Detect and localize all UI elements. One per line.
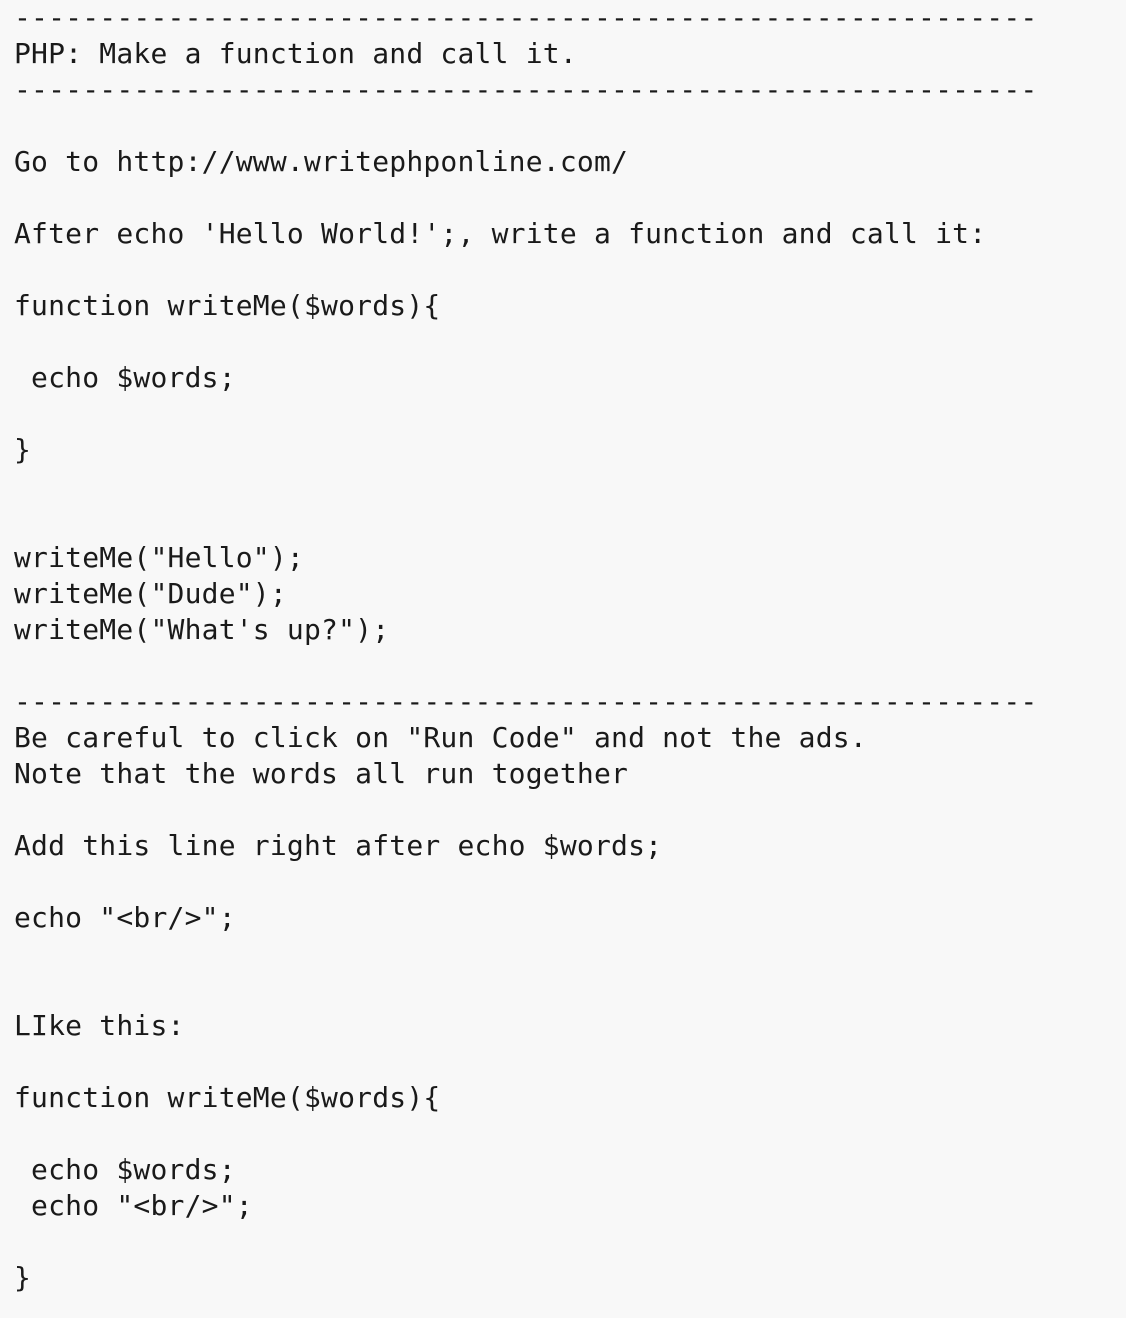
instruction-line: LIke this: — [14, 1009, 185, 1042]
code-line: echo "<br/>"; — [14, 901, 236, 934]
code-line: echo $words; — [14, 361, 236, 394]
code-line: function writeMe($words){ — [14, 289, 441, 322]
code-line: echo $words; — [14, 1153, 236, 1186]
separator-line: ----------------------------------------… — [14, 1, 1038, 34]
code-line: echo "<br/>"; — [14, 1189, 253, 1222]
code-line: } — [14, 1261, 32, 1294]
text-document: ----------------------------------------… — [14, 0, 1114, 1296]
code-line: writeMe("What's up?"); — [14, 613, 390, 646]
page: { "document": { "lines": [ "------------… — [0, 0, 1126, 1318]
instruction-line: Add this line right after echo $words; — [14, 829, 663, 862]
separator-line: ----------------------------------------… — [14, 73, 1038, 106]
instruction-line: Be careful to click on "Run Code" and no… — [14, 721, 867, 754]
code-line: writeMe("Dude"); — [14, 577, 287, 610]
code-line: } — [14, 433, 32, 466]
instruction-line: Note that the words all run together — [14, 757, 629, 790]
code-line: function writeMe($words){ — [14, 1081, 441, 1114]
code-line: writeMe("Hello"); — [14, 541, 304, 574]
instruction-line: After echo 'Hello World!';, write a func… — [14, 217, 987, 250]
instruction-line: Go to http://www.writephponline.com/ — [14, 145, 629, 178]
separator-line: ----------------------------------------… — [14, 685, 1038, 718]
document-title: PHP: Make a function and call it. — [14, 37, 577, 70]
